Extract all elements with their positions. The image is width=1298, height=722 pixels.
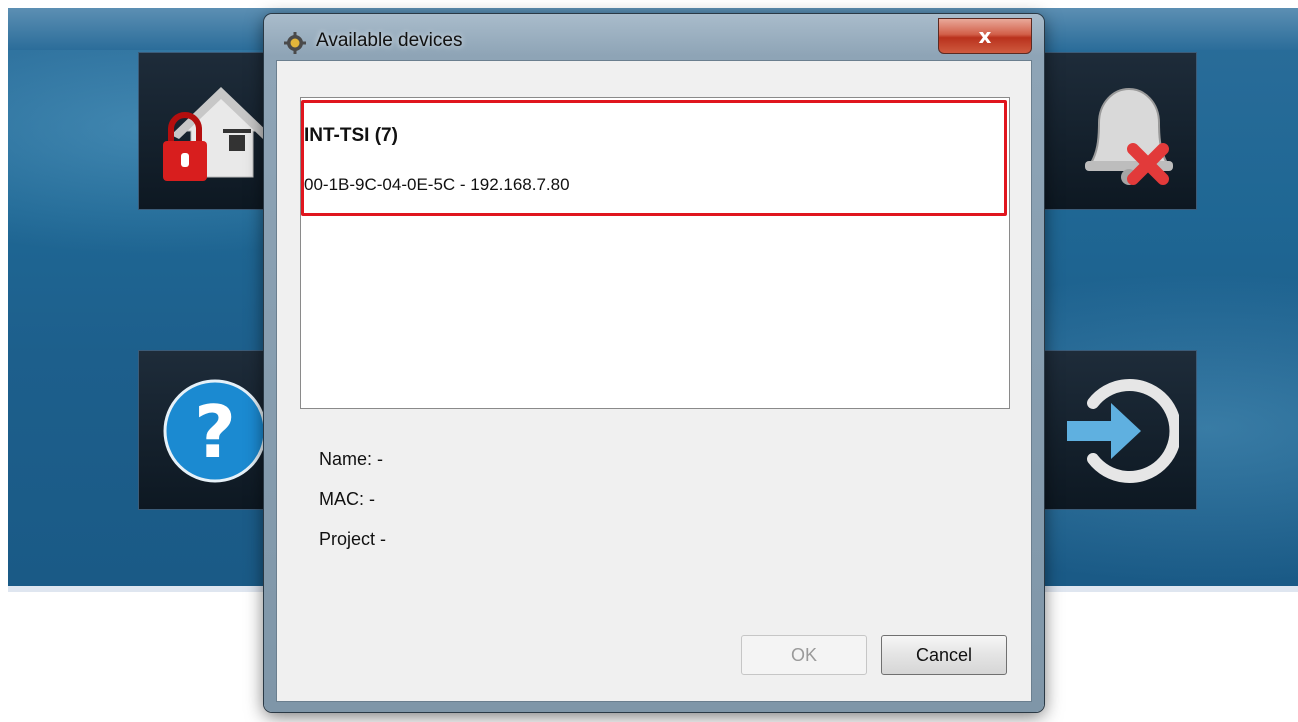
logout-tile[interactable] (1040, 350, 1197, 510)
device-list-item[interactable]: INT-TSI (7) 00-1B-9C-04-0E-5C - 192.168.… (301, 100, 1007, 216)
info-project-label: Project - (319, 529, 387, 549)
help-tile[interactable]: ? (138, 350, 280, 510)
cancel-button[interactable]: Cancel (881, 635, 1007, 675)
device-name: INT-TSI (7) (304, 125, 398, 146)
bell-x-icon (1085, 87, 1173, 185)
gear-icon (284, 32, 306, 54)
alarm-clear-tile[interactable] (1040, 52, 1197, 210)
close-button[interactable]: x (938, 18, 1032, 54)
available-devices-dialog: Available devices x INT-TSI (7) 00-1B-9C… (264, 14, 1044, 712)
dialog-title: Available devices (316, 30, 463, 51)
logout-arrow-icon (1067, 379, 1179, 483)
dialog-client-area: INT-TSI (7) 00-1B-9C-04-0E-5C - 192.168.… (276, 60, 1032, 702)
device-address: 00-1B-9C-04-0E-5C - 192.168.7.80 (304, 175, 570, 194)
svg-text:?: ? (194, 390, 236, 474)
dialog-titlebar[interactable]: Available devices x (264, 14, 1044, 58)
help-icon: ? (163, 379, 267, 483)
info-name-label: Name: - (319, 449, 384, 469)
house-lock-icon (163, 87, 269, 181)
close-icon: x (978, 24, 992, 48)
info-mac-label: MAC: - (319, 489, 375, 509)
ok-button[interactable]: OK (741, 635, 867, 675)
arm-house-tile[interactable] (138, 52, 280, 210)
device-list[interactable]: INT-TSI (7) 00-1B-9C-04-0E-5C - 192.168.… (300, 97, 1010, 409)
